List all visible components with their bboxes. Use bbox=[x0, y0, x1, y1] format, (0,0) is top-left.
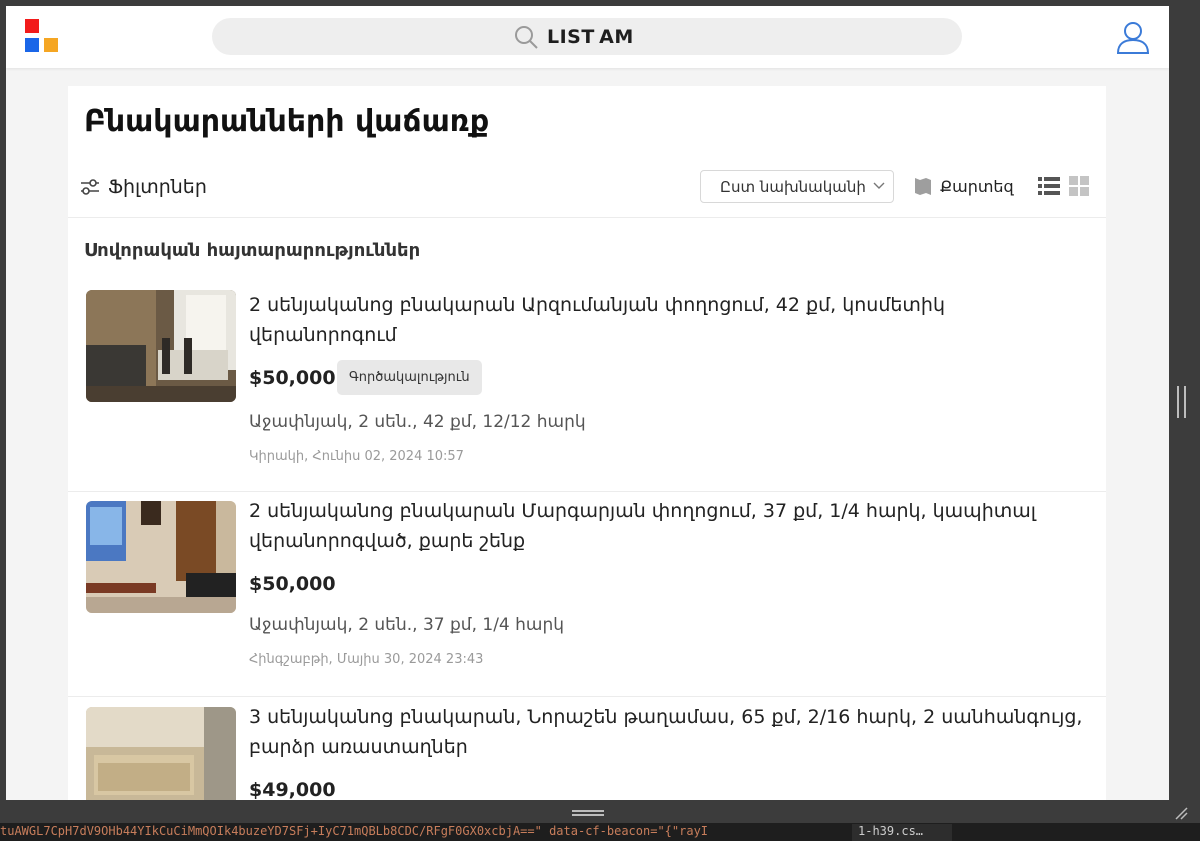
listing-price: $49,000 bbox=[249, 779, 336, 800]
map-icon bbox=[915, 178, 931, 195]
sort-selected-value: Ըստ նախնականի bbox=[720, 178, 866, 196]
listing-price: $50,000 bbox=[249, 573, 336, 595]
site-logo[interactable] bbox=[25, 19, 63, 57]
search-icon bbox=[515, 26, 538, 49]
logo-red-square bbox=[25, 19, 39, 33]
listing-item[interactable]: 2 սենյականոց բնակարան Մարգարյան փողոցում… bbox=[68, 500, 1106, 681]
listing-title[interactable]: 3 սենյականոց բնակարան, Նորաշեն թաղամաս, … bbox=[249, 702, 1089, 762]
search-bar[interactable]: LIST AM bbox=[212, 18, 962, 55]
devtools-source-strip: tuAWGL7CpH7dV9OHb44YIkCuCiMmQOIk4buzeYD7… bbox=[0, 823, 1200, 841]
apartment-photo bbox=[86, 290, 236, 402]
listing-thumbnail[interactable] bbox=[86, 501, 236, 613]
toolbar-divider bbox=[68, 217, 1106, 218]
chevron-down-icon bbox=[873, 182, 885, 189]
listing-title[interactable]: 2 սենյականոց բնակարան Արզումանյան փողոցո… bbox=[249, 290, 1089, 350]
grid-view-icon[interactable] bbox=[1069, 176, 1089, 196]
dock-drag-handle[interactable] bbox=[572, 810, 604, 816]
apartment-photo bbox=[86, 707, 236, 800]
user-account-icon[interactable] bbox=[1115, 19, 1151, 55]
listing-divider bbox=[68, 491, 1106, 492]
page-title: Բնակարանների վաճառք bbox=[84, 104, 490, 139]
listings-card: Բնակարանների վաճառք Ֆիլտրներ Ըստ նախնակա… bbox=[68, 86, 1106, 800]
listing-thumbnail[interactable] bbox=[86, 707, 236, 800]
brand-wordmark: LIST AM bbox=[547, 26, 634, 48]
source-file-tab[interactable]: 1-h39.cs… bbox=[852, 824, 952, 841]
apartment-photo bbox=[86, 501, 236, 613]
browser-viewport: LIST AM Բնակարանների վաճառք Ֆիլտրներ Ըստ… bbox=[6, 6, 1169, 800]
section-title: Սովորական հայտարարություններ bbox=[84, 240, 421, 261]
listing-details: Աջափնյակ, 2 սեն., 37 քմ, 1/4 հարկ bbox=[249, 615, 565, 635]
logo-orange-square bbox=[44, 38, 58, 52]
listing-divider bbox=[68, 696, 1106, 697]
filters-button[interactable]: Ֆիլտրներ bbox=[80, 174, 207, 200]
top-navigation-bar: LIST AM bbox=[6, 6, 1169, 68]
side-resize-handle[interactable] bbox=[1177, 386, 1186, 418]
map-view-button[interactable]: Քարտեզ bbox=[914, 174, 1014, 198]
source-code-line: tuAWGL7CpH7dV9OHb44YIkCuCiMmQOIk4buzeYD7… bbox=[0, 824, 709, 838]
listing-thumbnail[interactable] bbox=[86, 290, 236, 402]
list-view-icon[interactable] bbox=[1038, 175, 1060, 197]
sort-dropdown[interactable]: Ըստ նախնականի bbox=[700, 170, 894, 203]
agency-badge[interactable]: Գործակալություն bbox=[337, 360, 482, 395]
listing-item[interactable]: 2 սենյականոց բնակարան Արզումանյան փողոցո… bbox=[68, 290, 1106, 480]
listing-price: $50,000 bbox=[249, 367, 336, 389]
listing-details: Աջափնյակ, 2 սեն., 42 քմ, 12/12 հարկ bbox=[249, 412, 586, 432]
map-label: Քարտեզ bbox=[940, 176, 1014, 196]
listing-item[interactable]: 3 սենյականոց բնակարան, Նորաշեն թաղամաս, … bbox=[68, 706, 1106, 800]
listing-title[interactable]: 2 սենյականոց բնակարան Մարգարյան փողոցում… bbox=[249, 496, 1089, 556]
sliders-icon bbox=[81, 179, 99, 195]
resize-grip-icon[interactable] bbox=[1174, 806, 1188, 820]
listing-date: Հինգշաբթի, Մայիս 30, 2024 23:43 bbox=[249, 652, 484, 667]
listing-date: Կիրակի, Հունիս 02, 2024 10:57 bbox=[249, 449, 464, 464]
logo-blue-square bbox=[25, 38, 39, 52]
filters-label: Ֆիլտրներ bbox=[108, 176, 207, 198]
